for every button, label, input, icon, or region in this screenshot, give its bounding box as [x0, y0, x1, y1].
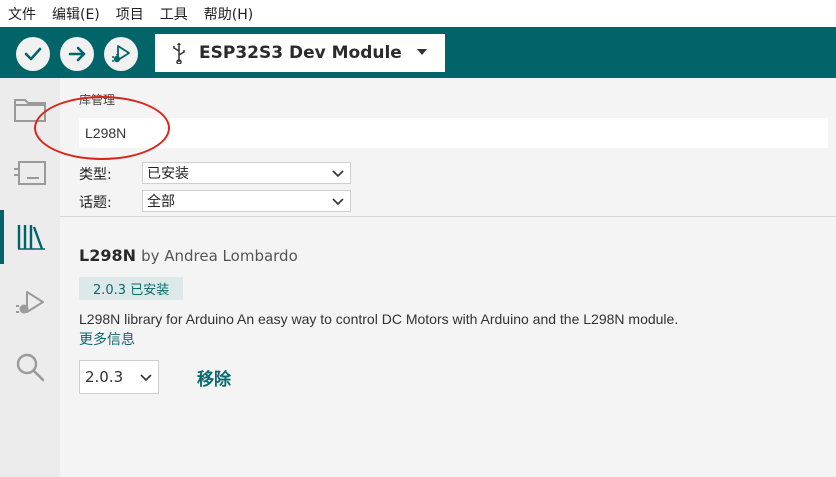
board-selector[interactable]: ESP32S3 Dev Module	[155, 34, 445, 72]
debug-button[interactable]	[104, 37, 138, 71]
verify-button[interactable]	[16, 37, 50, 71]
sidebar-debug[interactable]	[0, 276, 60, 330]
version-value: 2.0.3	[85, 368, 124, 386]
sidebar-library-manager[interactable]	[0, 210, 60, 264]
library-manager-panel: 库管理 类型: 已安装 话题: 全部 L298N by Andrea Lomba…	[60, 78, 836, 477]
chevron-down-icon	[332, 198, 344, 206]
more-info-link[interactable]: 更多信息	[79, 329, 135, 349]
board-icon	[14, 161, 46, 185]
topic-filter-label: 话题:	[79, 195, 112, 211]
topic-filter-value: 全部	[147, 194, 175, 210]
library-icon	[17, 225, 45, 250]
debug-icon	[112, 45, 130, 63]
annotation-circle	[34, 96, 170, 160]
sidebar-search[interactable]	[0, 340, 60, 394]
menu-sketch[interactable]: 项目	[108, 4, 144, 24]
library-description: L298N library for Arduino An easy way to…	[79, 311, 679, 327]
library-search-input[interactable]	[79, 118, 828, 148]
sidebar-boards-manager[interactable]	[0, 146, 60, 200]
divider	[60, 216, 836, 217]
upload-button[interactable]	[60, 37, 94, 71]
chevron-down-icon	[140, 374, 152, 382]
type-filter-value: 已安装	[147, 166, 189, 182]
search-icon	[16, 353, 45, 382]
installed-badge: 2.0.3 已安装	[79, 277, 184, 300]
check-icon	[24, 47, 42, 61]
remove-button[interactable]: 移除	[197, 365, 231, 390]
type-filter-select[interactable]: 已安装	[142, 162, 351, 184]
version-select[interactable]: 2.0.3	[79, 360, 159, 394]
menu-edit[interactable]: 编辑(E)	[44, 4, 100, 24]
menu-file[interactable]: 文件	[0, 4, 36, 24]
arrow-right-icon	[68, 46, 86, 62]
usb-icon	[171, 42, 187, 64]
board-name: ESP32S3 Dev Module	[199, 43, 402, 63]
debug-icon	[16, 291, 44, 314]
library-title: L298N by Andrea Lombardo	[79, 246, 298, 265]
chevron-down-icon	[332, 170, 344, 178]
topic-filter-select[interactable]: 全部	[142, 190, 351, 212]
library-author: by Andrea Lombardo	[141, 247, 298, 265]
type-filter-label: 类型:	[79, 167, 112, 183]
menu-tools[interactable]: 工具	[152, 4, 188, 24]
menu-help[interactable]: 帮助(H)	[196, 4, 253, 24]
toolbar: ESP32S3 Dev Module	[0, 27, 836, 78]
menu-bar: 文件 编辑(E) 项目 工具 帮助(H)	[0, 0, 836, 27]
library-name: L298N	[79, 246, 136, 265]
chevron-down-icon	[417, 49, 427, 55]
